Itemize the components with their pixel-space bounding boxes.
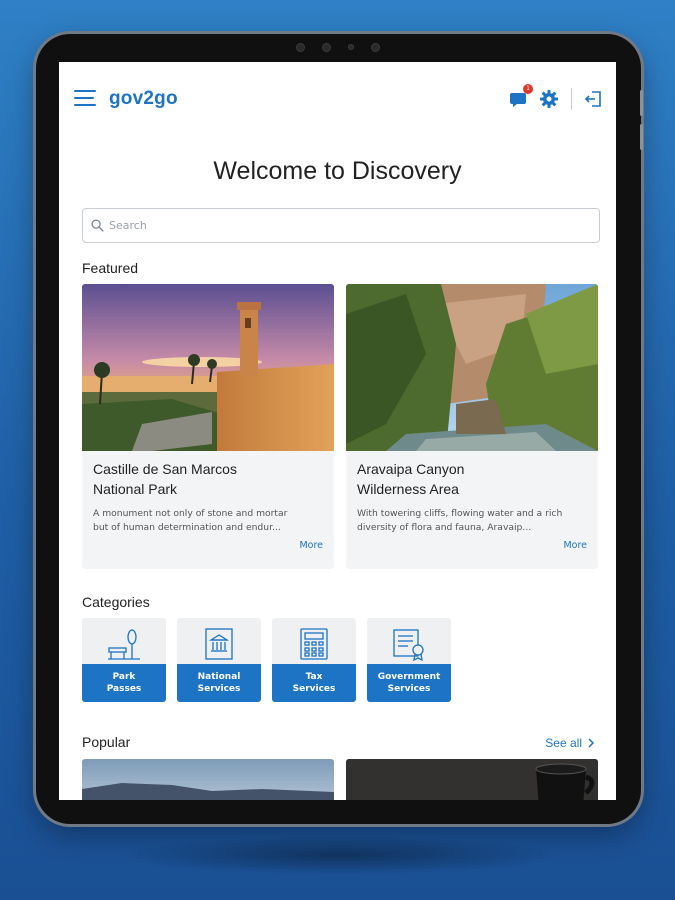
card-title-line: Aravaipa Canyon bbox=[357, 461, 465, 477]
category-label: Tax Services bbox=[272, 664, 356, 702]
aravaipa-photo bbox=[346, 284, 598, 451]
category-government-services[interactable]: Government Services bbox=[367, 618, 451, 702]
category-label: Government Services bbox=[367, 664, 451, 702]
camera-dot bbox=[296, 42, 305, 52]
card-desc-line: but of human determination and endur... bbox=[93, 522, 281, 533]
hamburger-menu-icon[interactable] bbox=[74, 90, 96, 106]
category-label-line: Park bbox=[112, 672, 136, 682]
park-bench-icon bbox=[108, 629, 140, 660]
card-title: Aravaipa Canyon Wilderness Area bbox=[357, 459, 587, 499]
category-national-services[interactable]: National Services bbox=[177, 618, 261, 702]
category-label-line: Tax bbox=[305, 672, 323, 682]
header-actions: 1 bbox=[509, 84, 604, 110]
category-tax-services[interactable]: Tax Services bbox=[272, 618, 356, 702]
search-icon bbox=[91, 219, 104, 232]
category-label-line: Government bbox=[377, 672, 441, 682]
category-label-line: National bbox=[197, 672, 241, 682]
card-description: A monument not only of stone and mortar … bbox=[93, 507, 325, 535]
card-desc-line: With towering cliffs, flowing water and … bbox=[357, 508, 563, 519]
card-title: Castille de San Marcos National Park bbox=[93, 459, 323, 499]
categories-heading: Categories bbox=[82, 594, 150, 610]
popular-card[interactable] bbox=[82, 759, 334, 800]
category-label-line: Services bbox=[197, 684, 241, 694]
castillo-photo bbox=[82, 284, 334, 451]
popular-heading: Popular bbox=[82, 734, 131, 750]
certificate-icon bbox=[393, 629, 424, 662]
tablet-side-button-top bbox=[640, 90, 643, 116]
category-label-line: Passes bbox=[106, 684, 142, 694]
popular-photo-coffee bbox=[346, 759, 598, 800]
tablet-side-button-bottom bbox=[640, 124, 643, 150]
popular-card[interactable] bbox=[346, 759, 598, 800]
category-label: Park Passes bbox=[82, 664, 166, 702]
see-all-link[interactable]: See all bbox=[545, 736, 596, 750]
gear-icon[interactable] bbox=[539, 89, 559, 109]
featured-heading: Featured bbox=[82, 260, 139, 276]
popular-photo-landscape bbox=[82, 759, 334, 800]
category-park-passes[interactable]: Park Passes bbox=[82, 618, 166, 702]
card-desc-line: diversity of flora and fauna, Aravaip... bbox=[357, 522, 532, 533]
calculator-icon bbox=[300, 628, 328, 660]
card-title-line: Wilderness Area bbox=[357, 481, 459, 497]
featured-card-castillo[interactable]: Castille de San Marcos National Park A m… bbox=[82, 284, 334, 569]
category-label: National Services bbox=[177, 664, 261, 702]
logout-icon[interactable] bbox=[584, 89, 604, 109]
chat-icon[interactable]: 1 bbox=[509, 84, 533, 109]
header-divider bbox=[571, 88, 572, 110]
camera-bar bbox=[296, 42, 380, 52]
search-box[interactable] bbox=[82, 208, 600, 243]
building-icon bbox=[205, 628, 233, 660]
featured-card-aravaipa[interactable]: Aravaipa Canyon Wilderness Area With tow… bbox=[346, 284, 598, 569]
gov2go-logo: gov2go bbox=[109, 88, 178, 109]
notification-badge: 1 bbox=[523, 84, 533, 94]
camera-dot bbox=[322, 42, 331, 52]
more-link[interactable]: More bbox=[299, 540, 323, 551]
camera-dot bbox=[371, 42, 380, 52]
category-label-line: Services bbox=[387, 684, 431, 694]
sensor-dot bbox=[348, 44, 354, 50]
card-desc-line: A monument not only of stone and mortar bbox=[93, 508, 288, 519]
card-title-line: Castille de San Marcos bbox=[93, 461, 237, 477]
app-header: gov2go 1 bbox=[59, 62, 616, 134]
category-label-line: Services bbox=[292, 684, 336, 694]
card-title-line: National Park bbox=[93, 481, 178, 497]
see-all-label: See all bbox=[545, 736, 582, 750]
card-description: With towering cliffs, flowing water and … bbox=[357, 507, 589, 535]
search-input[interactable] bbox=[109, 219, 589, 232]
tablet-shadow bbox=[120, 835, 560, 875]
app-screen: gov2go 1 Welcome to Discovery Search Fea… bbox=[59, 62, 616, 800]
chevron-right-icon bbox=[588, 738, 595, 748]
page-title: Welcome to Discovery bbox=[213, 157, 462, 185]
more-link[interactable]: More bbox=[563, 540, 587, 551]
